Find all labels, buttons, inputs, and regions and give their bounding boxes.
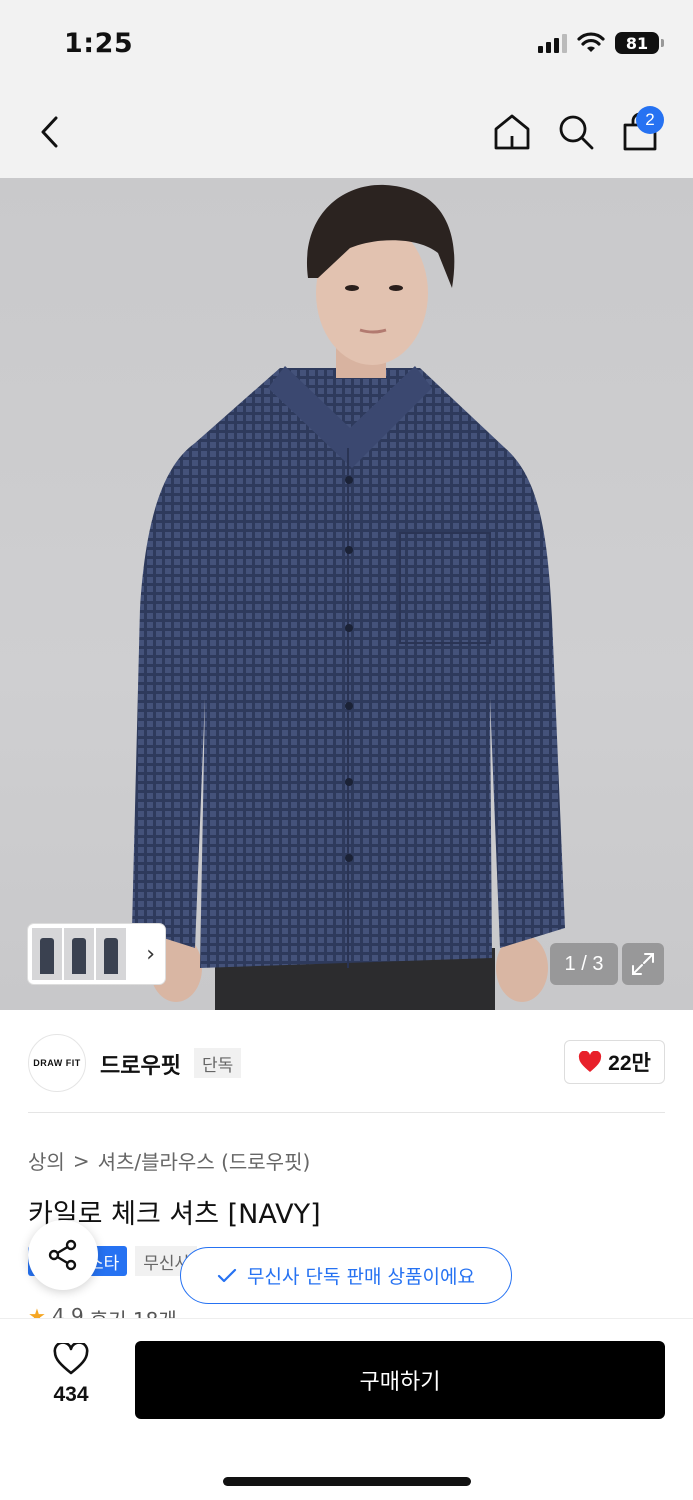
chevron-left-icon bbox=[41, 116, 58, 148]
cart-button[interactable]: 2 bbox=[612, 104, 668, 160]
breadcrumb-category[interactable]: 상의 bbox=[28, 1146, 65, 1175]
thumbnail-strip[interactable]: › bbox=[28, 924, 165, 984]
signal-icon bbox=[538, 34, 567, 53]
check-icon bbox=[217, 1268, 237, 1282]
brand-row: DRAW FIT 드로우핏 단독 22만 bbox=[28, 1034, 665, 1092]
cart-count-badge: 2 bbox=[636, 106, 664, 134]
battery-indicator: 81 bbox=[615, 32, 664, 54]
breadcrumb: 상의 > 셔츠/블라우스 (드로우핏) bbox=[28, 1146, 310, 1175]
divider bbox=[28, 1112, 665, 1113]
thumbnail-3[interactable] bbox=[96, 928, 126, 980]
product-image[interactable]: › 1 / 3 bbox=[0, 178, 693, 1010]
status-icons: 81 bbox=[537, 32, 664, 54]
home-button[interactable] bbox=[484, 104, 540, 160]
chevron-right-icon: › bbox=[146, 941, 155, 967]
expand-button[interactable] bbox=[622, 943, 664, 985]
brand-like-count: 22만 bbox=[608, 1052, 651, 1075]
home-indicator bbox=[223, 1477, 471, 1486]
status-time: 1:25 bbox=[64, 28, 134, 59]
expand-icon bbox=[632, 953, 654, 975]
exclusive-tag: 단독 bbox=[194, 1048, 242, 1078]
share-icon bbox=[48, 1239, 77, 1271]
home-icon bbox=[494, 114, 530, 150]
brand-like-button[interactable]: 22만 bbox=[564, 1040, 665, 1084]
buy-button[interactable]: 구매하기 bbox=[135, 1341, 665, 1419]
bottom-action-bar: 434 구매하기 bbox=[0, 1318, 693, 1500]
brand-name[interactable]: 드로우핏 bbox=[100, 1048, 181, 1080]
back-button[interactable] bbox=[22, 104, 78, 160]
search-icon bbox=[559, 115, 594, 150]
exclusive-notice: 무신사 단독 판매 상품이에요 bbox=[247, 1266, 475, 1288]
thumbnail-1[interactable] bbox=[32, 928, 62, 980]
share-button[interactable] bbox=[28, 1220, 98, 1290]
model-illustration bbox=[132, 184, 565, 1010]
thumbnail-2[interactable] bbox=[64, 928, 94, 980]
breadcrumb-separator: > bbox=[72, 1148, 90, 1173]
exclusive-toast: 무신사 단독 판매 상품이에요 bbox=[180, 1247, 512, 1304]
image-counter: 1 / 3 bbox=[550, 943, 618, 985]
heart-filled-icon bbox=[579, 1051, 602, 1072]
top-navbar: 2 bbox=[0, 90, 693, 178]
wish-count: 434 bbox=[53, 1383, 89, 1406]
wifi-icon bbox=[577, 32, 605, 52]
brand-logo[interactable]: DRAW FIT bbox=[28, 1034, 86, 1092]
status-bar: 1:25 81 bbox=[0, 0, 693, 90]
heart-outline-icon bbox=[53, 1341, 89, 1375]
search-button[interactable] bbox=[548, 104, 604, 160]
wish-button[interactable]: 434 bbox=[40, 1341, 102, 1407]
breadcrumb-subcategory[interactable]: 셔츠/블라우스 (드로우핏) bbox=[98, 1146, 311, 1175]
